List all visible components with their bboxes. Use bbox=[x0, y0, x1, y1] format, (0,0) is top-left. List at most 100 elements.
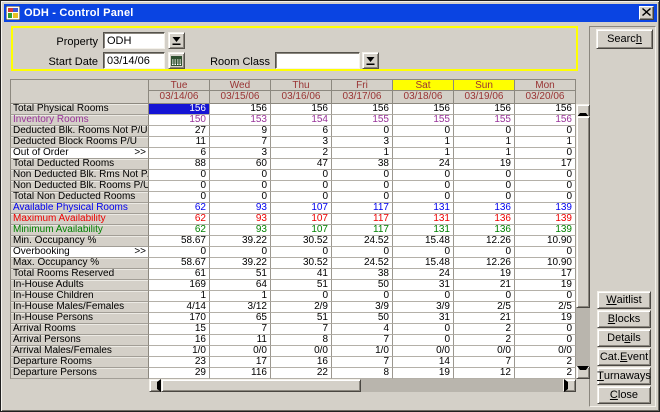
waitlist-button[interactable]: Waitlist bbox=[597, 291, 651, 309]
data-cell[interactable]: 0 bbox=[515, 192, 576, 203]
data-cell[interactable]: 38 bbox=[332, 269, 393, 280]
data-cell[interactable]: 30.52 bbox=[271, 236, 332, 247]
data-cell[interactable]: 156 bbox=[149, 104, 210, 115]
data-cell[interactable]: 169 bbox=[149, 280, 210, 291]
data-cell[interactable]: 131 bbox=[393, 225, 454, 236]
data-cell[interactable]: 58.67 bbox=[149, 236, 210, 247]
data-cell[interactable]: 12.26 bbox=[454, 258, 515, 269]
data-cell[interactable]: 64 bbox=[210, 280, 271, 291]
data-cell[interactable]: 0/0 bbox=[454, 346, 515, 357]
data-cell[interactable]: 2/5 bbox=[454, 302, 515, 313]
vertical-scrollbar[interactable] bbox=[576, 104, 590, 379]
data-cell[interactable]: 23 bbox=[149, 357, 210, 368]
data-cell[interactable]: 7 bbox=[332, 335, 393, 346]
data-cell[interactable]: 0 bbox=[271, 181, 332, 192]
data-cell[interactable]: 19 bbox=[393, 368, 454, 379]
data-cell[interactable]: 0 bbox=[332, 181, 393, 192]
data-cell[interactable]: 1 bbox=[210, 291, 271, 302]
property-dropdown-button[interactable] bbox=[168, 32, 185, 49]
data-cell[interactable]: 0 bbox=[454, 181, 515, 192]
data-cell[interactable]: 39.22 bbox=[210, 236, 271, 247]
data-cell[interactable]: 155 bbox=[332, 115, 393, 126]
data-cell[interactable]: 1 bbox=[393, 148, 454, 159]
data-cell[interactable]: 2 bbox=[454, 335, 515, 346]
data-cell[interactable]: 0 bbox=[149, 192, 210, 203]
data-cell[interactable]: 0 bbox=[332, 170, 393, 181]
data-cell[interactable]: 107 bbox=[271, 225, 332, 236]
data-cell[interactable]: 0/0 bbox=[515, 346, 576, 357]
data-cell[interactable]: 0 bbox=[210, 247, 271, 258]
data-cell[interactable]: 41 bbox=[271, 269, 332, 280]
data-cell[interactable]: 0 bbox=[393, 192, 454, 203]
data-cell[interactable]: 51 bbox=[271, 280, 332, 291]
data-cell[interactable]: 7 bbox=[454, 357, 515, 368]
data-cell[interactable]: 153 bbox=[210, 115, 271, 126]
data-cell[interactable]: 38 bbox=[332, 159, 393, 170]
data-cell[interactable]: 1/0 bbox=[149, 346, 210, 357]
data-cell[interactable]: 0/0 bbox=[393, 346, 454, 357]
data-cell[interactable]: 1 bbox=[332, 148, 393, 159]
data-cell[interactable]: 0 bbox=[454, 247, 515, 258]
data-cell[interactable]: 61 bbox=[149, 269, 210, 280]
scroll-down-button[interactable] bbox=[576, 366, 590, 379]
data-cell[interactable]: 65 bbox=[210, 313, 271, 324]
data-cell[interactable]: 62 bbox=[149, 203, 210, 214]
data-cell[interactable]: 136 bbox=[454, 225, 515, 236]
data-cell[interactable]: 31 bbox=[393, 313, 454, 324]
data-cell[interactable]: 139 bbox=[515, 225, 576, 236]
data-cell[interactable]: 0 bbox=[271, 247, 332, 258]
data-cell[interactable]: 93 bbox=[210, 214, 271, 225]
data-cell[interactable]: 24.52 bbox=[332, 258, 393, 269]
data-cell[interactable]: 0 bbox=[515, 170, 576, 181]
data-cell[interactable]: 2 bbox=[454, 324, 515, 335]
data-cell[interactable]: 7 bbox=[332, 357, 393, 368]
scroll-right-button[interactable] bbox=[563, 379, 576, 392]
data-cell[interactable]: 17 bbox=[515, 269, 576, 280]
data-cell[interactable]: 3/12 bbox=[210, 302, 271, 313]
data-cell[interactable]: 117 bbox=[332, 214, 393, 225]
data-cell[interactable]: 24 bbox=[393, 269, 454, 280]
data-cell[interactable]: 1 bbox=[454, 148, 515, 159]
data-cell[interactable]: 0 bbox=[210, 170, 271, 181]
data-cell[interactable]: 0 bbox=[332, 126, 393, 137]
data-cell[interactable]: 0 bbox=[393, 247, 454, 258]
data-cell[interactable]: 154 bbox=[271, 115, 332, 126]
data-cell[interactable]: 155 bbox=[393, 115, 454, 126]
data-cell[interactable]: 1 bbox=[454, 137, 515, 148]
data-cell[interactable]: 0 bbox=[271, 170, 332, 181]
data-cell[interactable]: 16 bbox=[271, 357, 332, 368]
data-cell[interactable]: 15.48 bbox=[393, 236, 454, 247]
search-button[interactable]: Search bbox=[596, 29, 653, 49]
data-cell[interactable]: 0 bbox=[515, 148, 576, 159]
blocks-button[interactable]: Blocks bbox=[597, 310, 651, 328]
data-cell[interactable]: 19 bbox=[515, 280, 576, 291]
data-cell[interactable]: 19 bbox=[515, 313, 576, 324]
data-cell[interactable]: 93 bbox=[210, 225, 271, 236]
data-cell[interactable]: 156 bbox=[271, 104, 332, 115]
cat-event-button[interactable]: Cat. Event bbox=[597, 348, 651, 366]
data-cell[interactable]: 0 bbox=[454, 291, 515, 302]
data-cell[interactable]: 1 bbox=[149, 291, 210, 302]
data-cell[interactable]: 62 bbox=[149, 214, 210, 225]
data-cell[interactable]: 0 bbox=[454, 126, 515, 137]
data-cell[interactable]: 3/9 bbox=[332, 302, 393, 313]
data-cell[interactable]: 3 bbox=[332, 137, 393, 148]
data-cell[interactable]: 15.48 bbox=[393, 258, 454, 269]
data-cell[interactable]: 7 bbox=[210, 137, 271, 148]
data-cell[interactable]: 11 bbox=[210, 335, 271, 346]
data-cell[interactable]: 156 bbox=[210, 104, 271, 115]
data-cell[interactable]: 8 bbox=[271, 335, 332, 346]
row-label[interactable]: Overbooking>> bbox=[10, 247, 149, 258]
data-cell[interactable]: 8 bbox=[332, 368, 393, 379]
data-cell[interactable]: 24.52 bbox=[332, 236, 393, 247]
data-cell[interactable]: 0 bbox=[393, 335, 454, 346]
close-button[interactable]: Close bbox=[597, 386, 651, 404]
data-cell[interactable]: 17 bbox=[515, 159, 576, 170]
data-cell[interactable]: 7 bbox=[210, 324, 271, 335]
data-cell[interactable]: 0 bbox=[332, 192, 393, 203]
data-cell[interactable]: 4 bbox=[332, 324, 393, 335]
data-cell[interactable]: 136 bbox=[454, 203, 515, 214]
data-cell[interactable]: 0 bbox=[210, 181, 271, 192]
data-cell[interactable]: 136 bbox=[454, 214, 515, 225]
data-cell[interactable]: 0 bbox=[515, 181, 576, 192]
